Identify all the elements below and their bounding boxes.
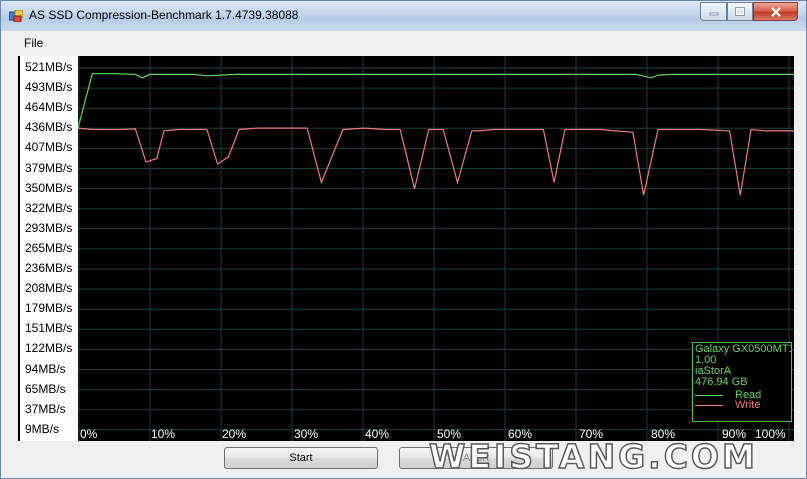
window-title: AS SSD Compression-Benchmark 1.7.4739.38… bbox=[29, 8, 299, 22]
y-tick-label: 122MB/s bbox=[25, 341, 73, 356]
y-tick-label: 379MB/s bbox=[25, 160, 73, 175]
y-tick-label: 179MB/s bbox=[25, 301, 73, 316]
chart-plot bbox=[78, 56, 794, 441]
y-tick-label: 65MB/s bbox=[25, 381, 66, 396]
watermark: WEISTANG.COM bbox=[428, 436, 758, 477]
maximize-icon bbox=[735, 7, 745, 16]
y-tick-label: 151MB/s bbox=[25, 321, 73, 336]
legend-capacity: 476.94 GB bbox=[695, 376, 748, 388]
legend-read-swatch bbox=[695, 395, 723, 396]
y-tick-label: 94MB/s bbox=[25, 361, 66, 376]
maximize-button[interactable] bbox=[727, 2, 753, 21]
y-tick-label: 293MB/s bbox=[25, 220, 73, 235]
y-tick-label: 322MB/s bbox=[25, 200, 73, 215]
x-tick-label: 0% bbox=[80, 427, 98, 441]
y-tick-label: 493MB/s bbox=[25, 80, 73, 95]
y-tick-label: 436MB/s bbox=[25, 120, 73, 135]
close-icon bbox=[770, 6, 781, 17]
app-window: AS SSD Compression-Benchmark 1.7.4739.38… bbox=[0, 0, 807, 479]
y-tick-label: 464MB/s bbox=[25, 100, 73, 115]
y-tick-label: 9MB/s bbox=[25, 421, 60, 436]
title-bar[interactable]: AS SSD Compression-Benchmark 1.7.4739.38… bbox=[1, 1, 806, 31]
menu-bar: File bbox=[1, 31, 806, 55]
minimize-button[interactable] bbox=[700, 2, 727, 21]
minimize-icon bbox=[709, 12, 718, 15]
chart-legend: Galaxy GX0500MT1 1.00 iaStorA 476.94 GB … bbox=[692, 342, 792, 422]
y-tick-label: 208MB/s bbox=[25, 281, 73, 296]
legend-write-swatch bbox=[695, 405, 723, 406]
y-tick-label: 265MB/s bbox=[25, 240, 73, 255]
legend-write-label: Write bbox=[735, 399, 761, 411]
y-tick-label: 407MB/s bbox=[25, 140, 73, 155]
series-line-read bbox=[78, 73, 794, 129]
app-icon bbox=[9, 10, 23, 22]
x-tick-label: 40% bbox=[365, 427, 390, 441]
start-button[interactable]: Start bbox=[224, 447, 378, 469]
y-tick-label: 521MB/s bbox=[25, 60, 73, 74]
y-tick-label: 37MB/s bbox=[25, 401, 66, 416]
menu-file[interactable]: File bbox=[24, 36, 43, 50]
x-tick-label: 20% bbox=[222, 427, 247, 441]
series-line-write bbox=[78, 127, 794, 196]
y-tick-label: 350MB/s bbox=[25, 180, 73, 195]
y-tick-label: 236MB/s bbox=[25, 261, 73, 275]
x-tick-label: 30% bbox=[294, 427, 319, 441]
x-tick-label: 10% bbox=[151, 427, 176, 441]
x-tick-label: 100% bbox=[755, 427, 786, 441]
close-button[interactable] bbox=[753, 2, 798, 21]
y-axis-labels: 521MB/s 493MB/s 464MB/s 436MB/s 407MB/s 379MB… bbox=[20, 56, 78, 441]
